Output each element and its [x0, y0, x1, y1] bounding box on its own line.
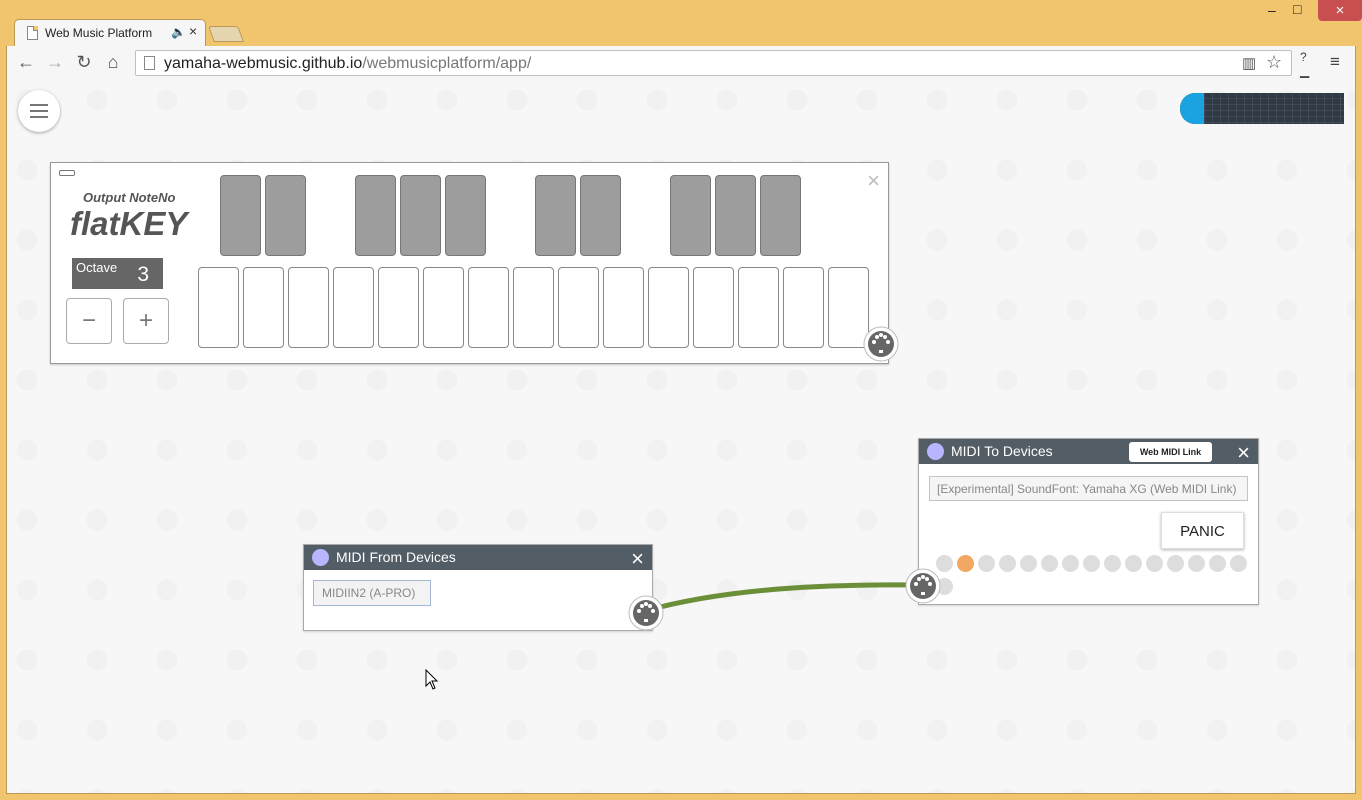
white-key[interactable]	[288, 267, 329, 348]
status-dot	[312, 549, 329, 566]
white-key[interactable]	[783, 267, 824, 348]
channel-indicator	[999, 555, 1016, 572]
extension-help: ?	[1300, 50, 1307, 64]
flatkey-logo: flatKEY	[70, 205, 188, 242]
channel-indicator	[1083, 555, 1100, 572]
bookmark-star-icon[interactable]: ☆	[1266, 52, 1282, 73]
back-icon[interactable]: ←	[15, 52, 37, 73]
black-key[interactable]	[445, 175, 486, 256]
midi-out-port-icon[interactable]	[863, 326, 899, 362]
channel-indicator	[1167, 555, 1184, 572]
white-key[interactable]	[243, 267, 284, 348]
url-path: /webmusicplatform/app/	[362, 55, 532, 72]
browser-window: Web Music Platform 🔈 × – □ × ← → ↻ ⌂ yam…	[0, 0, 1362, 800]
reload-icon[interactable]: ↻	[73, 52, 95, 73]
home-icon[interactable]: ⌂	[102, 52, 124, 73]
forward-icon[interactable]: →	[44, 52, 66, 73]
black-key[interactable]	[715, 175, 756, 256]
input-device-select[interactable]: MIDIIN2 (A-PRO)	[313, 580, 431, 606]
page-icon	[27, 26, 38, 40]
flatkey-subtitle: Output NoteNo	[83, 190, 176, 205]
octave-display: Octave 3	[72, 258, 163, 289]
speaker-icon[interactable]: 🔈	[171, 25, 186, 39]
midi-connection-wire[interactable]	[644, 582, 924, 614]
white-key[interactable]	[198, 267, 239, 348]
node-header[interactable]: MIDI To Devices Web MIDI Link ×	[919, 439, 1258, 466]
channel-indicator	[1020, 555, 1037, 572]
black-key[interactable]	[220, 175, 261, 256]
white-key[interactable]	[333, 267, 374, 348]
channel-indicator	[1041, 555, 1058, 572]
tab-close-icon[interactable]: ×	[189, 23, 197, 39]
white-key[interactable]	[468, 267, 509, 348]
tab-strip: Web Music Platform 🔈 × – □ ×	[0, 0, 1362, 46]
channel-indicator	[1230, 555, 1247, 572]
white-key[interactable]	[423, 267, 464, 348]
channel-indicator	[1209, 555, 1226, 572]
output-device-select[interactable]: [Experimental] SoundFont: Yamaha XG (Web…	[929, 476, 1248, 501]
midi-in-port-icon[interactable]	[905, 568, 941, 604]
midi-from-devices-node[interactable]: MIDI From Devices × MIDIIN2 (A-PRO)	[303, 544, 653, 631]
window-close-button[interactable]: ×	[1318, 0, 1362, 21]
flatkey-keyboard-node[interactable]: × Output NoteNo flatKEY Octave 3 − +	[50, 162, 889, 364]
white-key[interactable]	[513, 267, 554, 348]
browser-toolbar: ← → ↻ ⌂ yamaha-webmusic.github.io/webmus…	[6, 46, 1356, 80]
minimize-button[interactable]: –	[1268, 2, 1276, 18]
status-dot	[927, 443, 944, 460]
extension-icon[interactable]: ? ▁	[1300, 50, 1309, 78]
black-key[interactable]	[400, 175, 441, 256]
channel-indicator	[1188, 555, 1205, 572]
channel-indicator	[978, 555, 995, 572]
node-title: MIDI To Devices	[951, 443, 1053, 459]
black-key[interactable]	[535, 175, 576, 256]
channel-indicator	[1146, 555, 1163, 572]
browser-tab[interactable]: Web Music Platform 🔈 ×	[14, 19, 206, 46]
node-close-icon[interactable]: ×	[867, 168, 880, 194]
page-icon	[144, 56, 155, 70]
url-text: yamaha-webmusic.github.io/webmusicplatfo…	[164, 55, 531, 73]
tab-title: Web Music Platform	[45, 26, 153, 40]
channel-indicator	[1125, 555, 1142, 572]
black-key[interactable]	[265, 175, 306, 256]
close-icon[interactable]: ×	[1237, 440, 1250, 466]
midi-out-port-icon[interactable]	[628, 595, 664, 631]
new-tab-button[interactable]	[208, 26, 244, 42]
white-key[interactable]	[693, 267, 734, 348]
reader-icon[interactable]: ▥	[1242, 54, 1256, 72]
octave-label: Octave	[76, 260, 118, 275]
url-host: yamaha-webmusic.github.io	[164, 55, 363, 72]
address-bar[interactable]: yamaha-webmusic.github.io/webmusicplatfo…	[135, 50, 1292, 76]
node-title: MIDI From Devices	[336, 549, 456, 565]
black-key[interactable]	[670, 175, 711, 256]
white-key[interactable]	[648, 267, 689, 348]
midi-to-devices-node[interactable]: MIDI To Devices Web MIDI Link × [Experim…	[918, 438, 1259, 605]
channel-indicator	[1062, 555, 1079, 572]
black-key[interactable]	[760, 175, 801, 256]
white-key[interactable]	[603, 267, 644, 348]
maximize-button[interactable]: □	[1293, 1, 1301, 17]
minimize-node-button[interactable]	[59, 170, 75, 176]
menu-icon[interactable]: ≡	[1330, 52, 1340, 72]
octave-minus-button[interactable]: −	[66, 298, 112, 344]
mouse-cursor-icon	[425, 669, 439, 690]
channel-indicator	[1104, 555, 1121, 572]
panic-button[interactable]: PANIC	[1161, 512, 1244, 549]
channel-indicator	[957, 555, 974, 572]
octave-value: 3	[137, 263, 149, 286]
white-key[interactable]	[378, 267, 419, 348]
node-header[interactable]: MIDI From Devices ×	[304, 545, 652, 572]
black-key[interactable]	[580, 175, 621, 256]
web-midi-link-button[interactable]: Web MIDI Link	[1129, 442, 1212, 462]
white-key[interactable]	[738, 267, 779, 348]
white-key[interactable]	[558, 267, 599, 348]
octave-plus-button[interactable]: +	[123, 298, 169, 344]
black-key[interactable]	[355, 175, 396, 256]
app-canvas: × Output NoteNo flatKEY Octave 3 − + MID…	[6, 80, 1356, 794]
close-icon[interactable]: ×	[631, 546, 644, 572]
